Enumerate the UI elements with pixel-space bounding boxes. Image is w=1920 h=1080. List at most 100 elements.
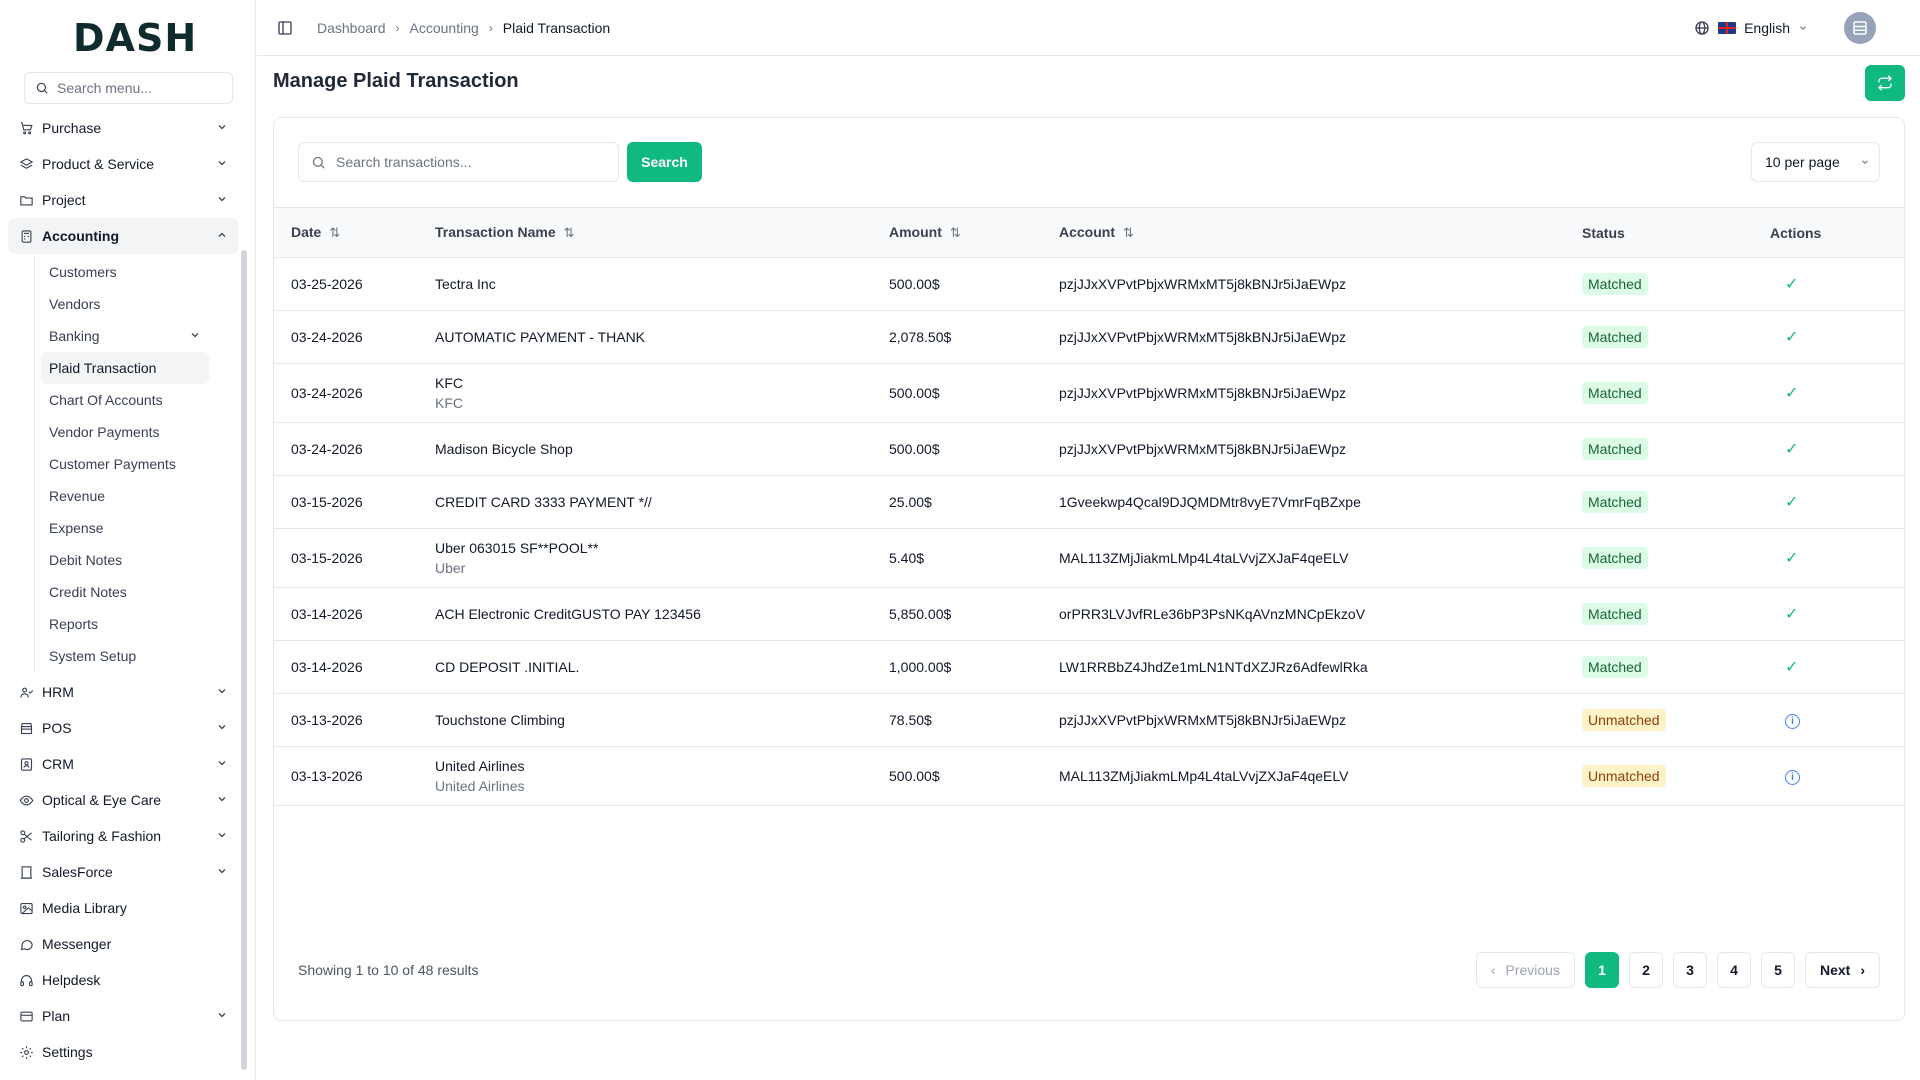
sidebar-subitem-plaid-transaction[interactable]: Plaid Transaction	[41, 352, 209, 384]
cell-status: Matched	[1565, 528, 1753, 588]
cell-date: 03-24-2026	[274, 363, 418, 423]
language-selector[interactable]: English	[1694, 20, 1808, 36]
transaction-search-input[interactable]	[336, 154, 606, 170]
sidebar-item-label: Plan	[42, 1008, 71, 1024]
sidebar-item-crm[interactable]: CRM	[8, 746, 238, 782]
sidebar-subitem-vendor-payments[interactable]: Vendor Payments	[41, 416, 209, 448]
column-label: Actions	[1770, 224, 1822, 241]
sidebar-item-hrm[interactable]: HRM	[8, 674, 238, 710]
transactions-table: Date ⇅ Transaction Name ⇅ Amount ⇅ Account ⇅…	[274, 207, 1904, 806]
sidebar-subitem-system-setup[interactable]: System Setup	[41, 640, 209, 672]
logo[interactable]: DASH	[73, 16, 197, 60]
chevron-down-icon	[216, 1008, 228, 1024]
sidebar-subitem-label: Vendors	[49, 296, 101, 312]
avatar[interactable]	[1844, 12, 1876, 44]
contact-icon	[18, 756, 34, 772]
transaction-name: Uber 063015 SF**POOL**	[435, 540, 599, 556]
sidebar-subitem-chart-of-accounts[interactable]: Chart Of Accounts	[41, 384, 209, 416]
sidebar-item-salesforce[interactable]: SalesForce	[8, 854, 238, 890]
status-badge: Matched	[1582, 273, 1648, 295]
search-icon	[312, 156, 325, 169]
sidebar-subitem-vendors[interactable]: Vendors	[41, 288, 209, 320]
info-icon[interactable]: i	[1785, 770, 1800, 785]
user-avatar-icon	[1853, 21, 1867, 35]
sidebar-item-accounting[interactable]: Accounting	[8, 218, 238, 254]
check-icon[interactable]: ✓	[1785, 659, 1798, 676]
check-icon[interactable]: ✓	[1785, 329, 1798, 346]
cart-icon	[18, 120, 34, 136]
transaction-search[interactable]	[298, 142, 619, 182]
transaction-name: CREDIT CARD 3333 PAYMENT *//	[435, 494, 652, 510]
sidebar-item-helpdesk[interactable]: Helpdesk	[8, 962, 238, 998]
sidebar-subitem-credit-notes[interactable]: Credit Notes	[41, 576, 209, 608]
sidebar-item-optical-eye-care[interactable]: Optical & Eye Care	[8, 782, 238, 818]
sidebar-subitem-customer-payments[interactable]: Customer Payments	[41, 448, 209, 480]
search-button[interactable]: Search	[627, 142, 702, 182]
column-header-transaction-name[interactable]: Transaction Name ⇅	[418, 208, 872, 258]
status-badge: Matched	[1582, 547, 1648, 569]
page-button-3[interactable]: 3	[1672, 952, 1707, 988]
sidebar-item-plan[interactable]: Plan	[8, 998, 238, 1034]
status-badge: Matched	[1582, 491, 1648, 513]
column-header-amount[interactable]: Amount ⇅	[872, 208, 1042, 258]
sidebar-subitem-debit-notes[interactable]: Debit Notes	[41, 544, 209, 576]
sidebar-item-settings[interactable]: Settings	[8, 1034, 238, 1070]
cell-account: pzjJJxXVPvtPbjxWRMxMT5j8kBNJr5iJaEWpz	[1042, 310, 1565, 364]
transaction-merchant: Uber	[435, 560, 466, 576]
globe-icon	[1695, 21, 1709, 35]
sidebar-search-input[interactable]	[57, 80, 217, 96]
info-icon[interactable]: i	[1785, 714, 1800, 729]
page-button-2[interactable]: 2	[1628, 952, 1663, 988]
sidebar-item-project[interactable]: Project	[8, 182, 238, 218]
previous-page-button[interactable]: ‹ Previous	[1475, 952, 1575, 988]
sidebar-toggle-button[interactable]	[275, 18, 295, 38]
check-icon[interactable]: ✓	[1785, 441, 1798, 458]
sidebar-item-media-library[interactable]: Media Library	[8, 890, 238, 926]
check-icon[interactable]: ✓	[1785, 276, 1798, 293]
page-button-5[interactable]: 5	[1760, 952, 1795, 988]
sync-button[interactable]	[1865, 65, 1905, 101]
sort-icon[interactable]: ⇅	[950, 225, 961, 240]
chevron-down-icon	[216, 864, 228, 880]
cell-date: 03-24-2026	[274, 422, 418, 476]
sidebar-item-messenger[interactable]: Messenger	[8, 926, 238, 962]
column-header-account[interactable]: Account ⇅	[1042, 208, 1565, 258]
sidebar-subitem-expense[interactable]: Expense	[41, 512, 209, 544]
next-page-button[interactable]: Next ›	[1804, 952, 1880, 988]
sidebar-search[interactable]	[24, 72, 233, 104]
sidebar-item-label: Purchase	[42, 120, 102, 136]
page-button-4[interactable]: 4	[1716, 952, 1751, 988]
cell-status: Matched	[1565, 363, 1753, 423]
sidebar-subitem-banking[interactable]: Banking	[41, 320, 209, 352]
check-icon[interactable]: ✓	[1785, 550, 1798, 567]
sort-icon[interactable]: ⇅	[564, 225, 575, 240]
chevron-down-icon	[216, 120, 228, 136]
breadcrumb-accounting[interactable]: Accounting	[410, 20, 479, 36]
check-icon[interactable]: ✓	[1785, 606, 1798, 623]
sort-icon[interactable]: ⇅	[1123, 225, 1134, 240]
breadcrumb-dashboard[interactable]: Dashboard	[317, 20, 386, 36]
per-page-select[interactable]: 10 per page	[1751, 142, 1880, 182]
transactions-card: Search 10 per page Date ⇅ Transaction Nam…	[273, 117, 1905, 1021]
sidebar-item-product-service[interactable]: Product & Service	[8, 146, 238, 182]
sidebar-subitem-label: Reports	[49, 616, 99, 632]
sidebar-scrollbar[interactable]	[241, 250, 247, 1070]
check-icon[interactable]: ✓	[1785, 385, 1798, 402]
cell-transaction-name: Tectra Inc	[418, 257, 872, 311]
page-button-1[interactable]: 1	[1584, 952, 1619, 988]
sort-icon[interactable]: ⇅	[329, 225, 340, 240]
sidebar-subitem-reports[interactable]: Reports	[41, 608, 209, 640]
sidebar-subitem-label: Credit Notes	[49, 584, 127, 600]
check-icon[interactable]: ✓	[1785, 494, 1798, 511]
topbar: Dashboard › Accounting › Plaid Transacti…	[257, 0, 1920, 56]
sidebar-item-pos[interactable]: POS	[8, 710, 238, 746]
sidebar-subitem-revenue[interactable]: Revenue	[41, 480, 209, 512]
cell-account: pzjJJxXVPvtPbjxWRMxMT5j8kBNJr5iJaEWpz	[1042, 363, 1565, 423]
sidebar-item-tailoring-fashion[interactable]: Tailoring & Fashion	[8, 818, 238, 854]
cell-transaction-name: Madison Bicycle Shop	[418, 422, 872, 476]
column-header-date[interactable]: Date ⇅	[274, 208, 418, 258]
sidebar-item-purchase[interactable]: Purchase	[8, 110, 238, 146]
sidebar-subitem-customers[interactable]: Customers	[41, 256, 209, 288]
cell-status: Matched	[1565, 310, 1753, 364]
card-icon	[18, 1008, 34, 1024]
